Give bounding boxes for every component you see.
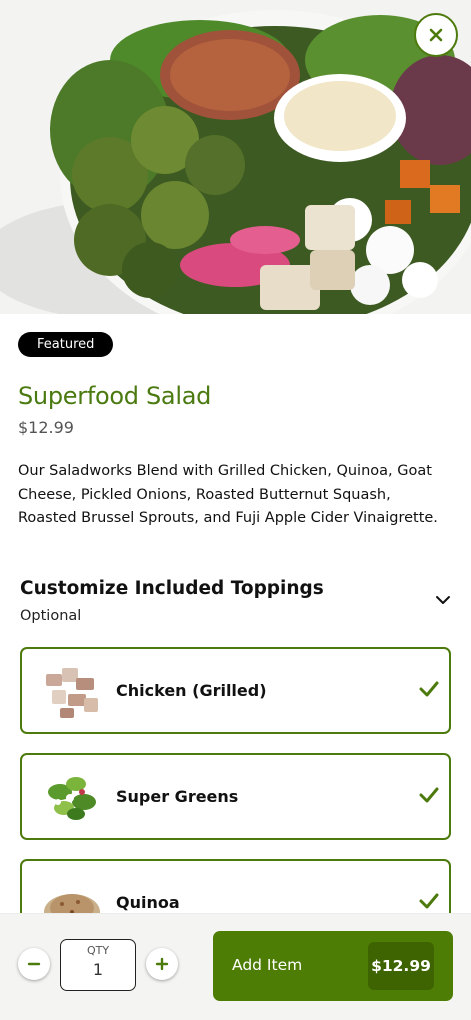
check-icon <box>419 681 439 697</box>
close-button[interactable] <box>414 13 458 57</box>
quantity-label: QTY <box>86 944 110 957</box>
add-item-price: $12.99 <box>368 942 434 990</box>
quantity-value: 1 <box>92 960 104 979</box>
topping-name: Chicken (Grilled) <box>116 681 267 700</box>
check-icon <box>419 893 439 909</box>
topping-name: Quinoa <box>116 893 180 912</box>
quantity-field[interactable]: QTY 1 <box>60 939 136 991</box>
decrease-quantity-button[interactable] <box>18 948 50 980</box>
add-item-button[interactable]: Add Item $12.99 <box>213 931 453 1001</box>
salad-bowl-illustration <box>0 0 471 314</box>
item-description: Our Saladworks Blend with Grilled Chicke… <box>18 463 438 526</box>
close-icon <box>429 28 443 42</box>
add-item-label: Add Item <box>232 956 303 974</box>
plus-icon <box>155 957 169 971</box>
customize-section-subtitle: Optional <box>20 608 82 624</box>
minus-icon <box>27 962 41 966</box>
topping-name: Super Greens <box>116 787 239 806</box>
topping-option-super-greens[interactable]: Super Greens <box>20 753 451 840</box>
featured-badge: Featured <box>18 332 114 357</box>
increase-quantity-button[interactable] <box>146 948 178 980</box>
topping-option-chicken[interactable]: Chicken (Grilled) <box>20 647 451 734</box>
chicken-thumbnail <box>46 667 98 718</box>
customize-toggle[interactable] <box>432 590 454 610</box>
chevron-down-icon <box>436 596 450 604</box>
customize-section-title: Customize Included Toppings <box>20 578 324 599</box>
super-greens-thumbnail <box>48 776 96 820</box>
check-icon <box>419 787 439 803</box>
item-title: Superfood Salad <box>18 382 212 410</box>
hero-image <box>0 0 471 314</box>
item-price: $12.99 <box>18 418 74 437</box>
